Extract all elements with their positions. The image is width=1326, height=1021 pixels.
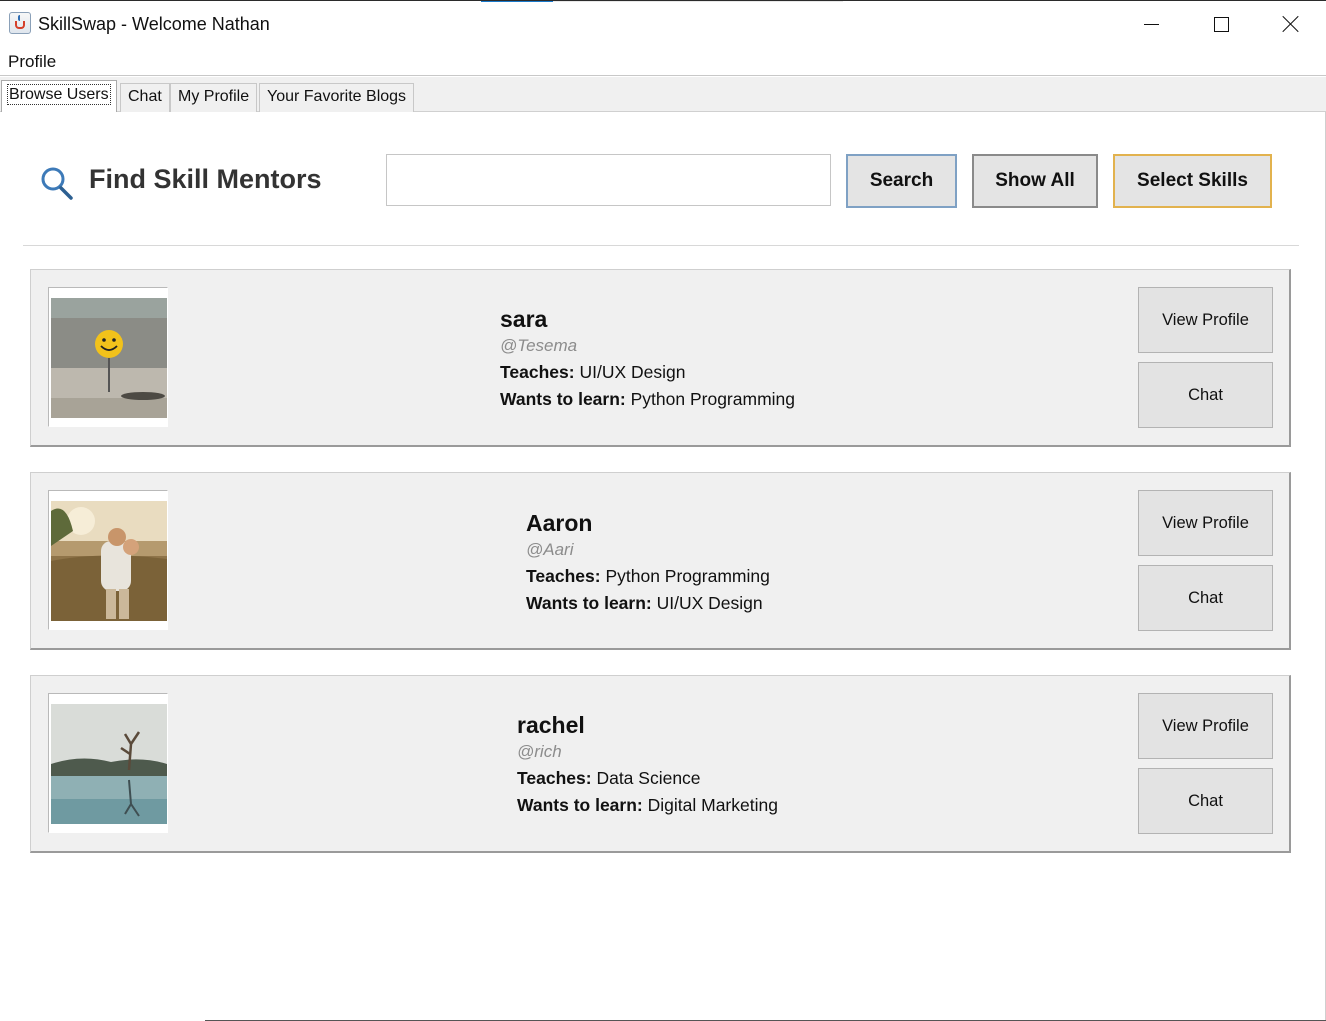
tab-strip: Browse Users Chat My Profile Your Favori… [0,77,1326,112]
tab-browse-users[interactable]: Browse Users [1,80,117,112]
title-bar[interactable]: SkillSwap - Welcome Nathan [0,2,1326,46]
tab-chat[interactable]: Chat [120,83,170,112]
teaches-line: Teaches: Python Programming [526,563,770,590]
learn-label: Wants to learn: [517,795,643,815]
teaches-value: UI/UX Design [579,362,686,382]
teaches-line: Teaches: Data Science [517,765,778,792]
tab-label: Chat [128,88,162,105]
menu-bar: Profile [0,46,1326,76]
learn-label: Wants to learn: [500,389,626,409]
view-profile-button[interactable]: View Profile [1138,490,1273,556]
tab-label: My Profile [178,88,250,105]
avatar [51,501,167,621]
learn-value: Digital Marketing [647,795,778,815]
page-title: Find Skill Mentors [89,164,322,194]
close-button[interactable] [1256,4,1326,44]
view-profile-button[interactable]: View Profile [1138,287,1273,353]
teaches-line: Teaches: UI/UX Design [500,359,795,386]
user-name: rachel [517,712,585,738]
tab-label: Your Favorite Blogs [267,88,407,105]
chat-button[interactable]: Chat [1138,565,1273,631]
user-name: Aaron [526,510,593,536]
search-input[interactable] [386,154,831,206]
learn-label: Wants to learn: [526,593,652,613]
maximize-button[interactable] [1186,4,1256,44]
tab-favorite-blogs[interactable]: Your Favorite Blogs [259,83,415,112]
teaches-label: Teaches: [517,768,592,788]
chat-button[interactable]: Chat [1138,362,1273,428]
user-card: rachel @rich Teaches: Data Science Wants… [30,675,1291,853]
teaches-value: Data Science [596,768,701,788]
learn-line: Wants to learn: Digital Marketing [517,792,778,819]
user-info: Aaron @Aari Teaches: Python Programming … [526,509,770,617]
teaches-label: Teaches: [526,566,601,586]
tab-label: Browse Users [7,84,111,105]
learn-value: UI/UX Design [656,593,763,613]
select-skills-button[interactable]: Select Skills [1113,154,1272,208]
view-profile-button[interactable]: View Profile [1138,693,1273,759]
teaches-label: Teaches: [500,362,575,382]
avatar [51,298,167,418]
avatar-frame [48,693,168,833]
avatar-frame [48,287,168,427]
user-card: Aaron @Aari Teaches: Python Programming … [30,472,1291,650]
avatar-frame [48,490,168,630]
chat-button[interactable]: Chat [1138,768,1273,834]
user-handle: @Aari [526,540,574,559]
show-all-button[interactable]: Show All [972,154,1098,208]
learn-value: Python Programming [630,389,796,409]
menu-profile[interactable]: Profile [8,52,56,72]
minimize-icon [1143,23,1159,25]
window-title: SkillSwap - Welcome Nathan [38,14,270,34]
minimize-button[interactable] [1116,4,1186,44]
user-info: rachel @rich Teaches: Data Science Wants… [517,711,778,819]
close-icon [1282,15,1300,33]
maximize-icon [1213,16,1229,32]
user-info: sara @Tesema Teaches: UI/UX Design Wants… [500,305,795,413]
search-icon [41,167,73,200]
tab-my-profile[interactable]: My Profile [170,83,258,112]
learn-line: Wants to learn: UI/UX Design [526,590,770,617]
user-handle: @Tesema [500,336,578,355]
user-name: sara [500,306,548,332]
avatar [51,704,167,824]
app-window: SkillSwap - Welcome Nathan Profile Brows… [0,0,1326,1021]
teaches-value: Python Programming [605,566,770,586]
user-card: sara @Tesema Teaches: UI/UX Design Wants… [30,269,1291,447]
header-divider [23,245,1299,246]
search-button[interactable]: Search [846,154,957,208]
learn-line: Wants to learn: Python Programming [500,386,795,413]
user-handle: @rich [517,742,562,761]
java-app-icon [9,12,31,34]
